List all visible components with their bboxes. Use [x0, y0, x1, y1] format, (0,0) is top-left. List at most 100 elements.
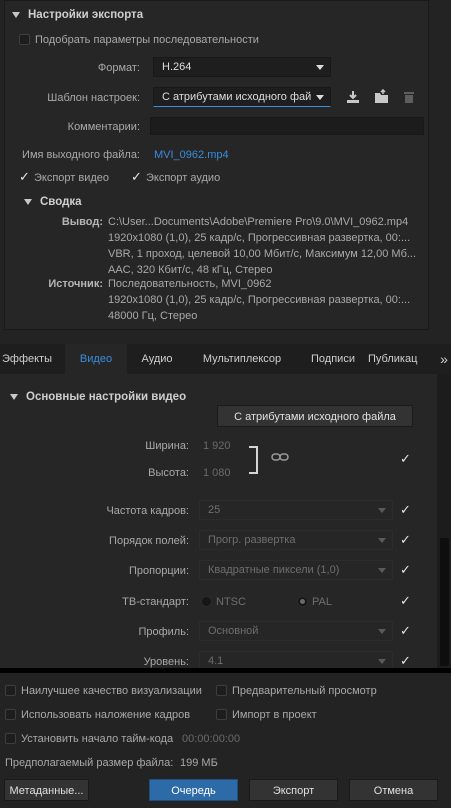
ntsc-label: NTSC	[216, 596, 246, 608]
delete-preset-icon[interactable]	[402, 89, 416, 105]
import-project-checkbox[interactable]	[216, 709, 227, 720]
panel-divider[interactable]	[0, 668, 451, 673]
output-name-label: Имя выходного файла:	[22, 149, 140, 161]
comments-label: Комментарии:	[67, 121, 140, 133]
preset-label: Шаблон настроек:	[47, 92, 140, 104]
source-line: Последовательность, MVI_0962	[108, 278, 272, 290]
profile-value: Основной	[208, 625, 259, 637]
pal-label: PAL	[312, 596, 332, 608]
tab-video[interactable]: Видео	[65, 344, 127, 374]
estimated-file-size-label: Предполагаемый размер файла:	[5, 757, 174, 769]
set-timecode-label: Установить начало тайм-кода	[21, 733, 174, 745]
chevron-down-icon	[378, 629, 386, 634]
basic-video-title: Основные настройки видео	[26, 391, 187, 403]
save-preset-icon[interactable]	[345, 89, 361, 105]
tab-publish[interactable]: Публикац	[368, 344, 436, 374]
chevron-down-icon	[316, 65, 324, 70]
match-source-button[interactable]: С атрибутами исходного файла	[217, 405, 413, 427]
use-previews-label: Предварительный просмотр	[232, 685, 377, 697]
import-project-label: Импорт в проект	[232, 709, 317, 721]
profile-checkbox[interactable]: ✓	[400, 624, 411, 637]
summary-header[interactable]: Сводка	[24, 196, 82, 208]
level-checkbox[interactable]: ✓	[400, 654, 411, 667]
frame-blending-checkbox[interactable]	[5, 709, 16, 720]
queue-button[interactable]: Очередь	[149, 779, 238, 801]
basic-video-header[interactable]: Основные настройки видео	[10, 391, 186, 403]
timecode-value[interactable]: 00:00:00:00	[182, 733, 240, 745]
tab-multiplexer[interactable]: Мультиплексор	[190, 344, 294, 374]
preset-value: С атрибутами исходного фай	[162, 91, 312, 103]
collapse-triangle-icon[interactable]	[24, 198, 32, 205]
chain-link-icon[interactable]	[271, 450, 289, 464]
tabs-overflow-icon[interactable]: »	[437, 344, 451, 374]
export-settings-header[interactable]: Настройки экспорта	[12, 9, 143, 21]
match-sequence-checkbox[interactable]	[19, 34, 30, 45]
output-label: Вывод:	[61, 216, 103, 228]
frame-rate-label: Частота кадров:	[106, 505, 189, 517]
pal-radio-dot	[300, 599, 305, 604]
output-line: 1920x1080 (1,0), 25 кадр/с, Прогрессивна…	[108, 232, 411, 244]
field-order-value: Прогр. развертка	[208, 534, 296, 546]
comments-input[interactable]	[150, 117, 424, 135]
preset-dropdown[interactable]: С атрибутами исходного фай	[153, 87, 331, 107]
output-line: C:\User...Documents\Adobe\Premiere Pro\9…	[108, 216, 409, 228]
profile-dropdown[interactable]: Основной	[199, 621, 393, 641]
collapse-triangle-icon[interactable]	[10, 393, 18, 400]
frame-rate-dropdown[interactable]: 25	[199, 500, 393, 520]
aspect-label: Пропорции:	[129, 565, 189, 577]
use-previews-checkbox[interactable]	[216, 685, 227, 696]
height-label: Высота:	[148, 467, 189, 479]
import-preset-icon[interactable]	[373, 89, 391, 105]
chevron-down-icon	[378, 508, 386, 513]
max-render-quality-label: Наилучшее качество визуализации	[21, 685, 202, 697]
tv-standard-checkbox[interactable]: ✓	[400, 594, 411, 607]
export-audio-checkbox[interactable]: ✓	[131, 170, 142, 183]
source-line: 1920x1080 (1,0), 25 кадр/с, Прогрессивна…	[108, 294, 411, 306]
tab-audio[interactable]: Аудио	[130, 344, 184, 374]
tab-captions[interactable]: Подписи	[300, 344, 366, 374]
width-label: Ширина:	[145, 440, 189, 452]
format-value: H.264	[162, 61, 192, 73]
max-render-quality-checkbox[interactable]	[5, 685, 16, 696]
chevron-down-icon	[316, 95, 324, 100]
export-video-checkbox[interactable]: ✓	[19, 170, 30, 183]
source-line: 48000 Гц, Стерео	[108, 310, 198, 322]
aspect-dropdown[interactable]: Квадратные пиксели (1,0)	[199, 560, 393, 580]
export-button[interactable]: Экспорт	[249, 779, 338, 801]
scrollbar-thumb[interactable]	[440, 538, 449, 666]
format-label: Формат:	[97, 62, 140, 74]
level-value: 4.1	[208, 655, 224, 667]
summary-title: Сводка	[40, 196, 82, 208]
aspect-value: Квадратные пиксели (1,0)	[208, 564, 340, 576]
output-name-link[interactable]: MVI_0962.mp4	[154, 149, 229, 161]
frame-blending-label: Использовать наложение кадров	[21, 709, 191, 721]
estimated-file-size-value: 199 МБ	[180, 757, 218, 769]
dimension-bracket	[249, 446, 258, 474]
set-timecode-checkbox[interactable]	[5, 733, 16, 744]
ntsc-radio[interactable]	[201, 596, 212, 607]
format-dropdown[interactable]: H.264	[153, 57, 331, 77]
profile-label: Профиль:	[138, 626, 189, 638]
source-label: Источник:	[48, 278, 103, 290]
field-order-label: Порядок полей:	[109, 535, 189, 547]
match-sequence-label: Подобрать параметры последовательности	[35, 34, 259, 46]
chevron-down-icon	[378, 538, 386, 543]
chevron-down-icon	[378, 659, 386, 664]
frame-rate-checkbox[interactable]: ✓	[400, 503, 411, 516]
cancel-button[interactable]: Отмена	[349, 779, 438, 801]
export-video-label: Экспорт видео	[34, 172, 110, 184]
collapse-triangle-icon[interactable]	[12, 11, 20, 18]
chevron-down-icon	[378, 568, 386, 573]
field-order-checkbox[interactable]: ✓	[400, 533, 411, 546]
height-value[interactable]: 1 080	[203, 467, 231, 479]
dimensions-override-checkbox[interactable]: ✓	[400, 452, 411, 465]
tv-standard-label: ТВ-стандарт:	[122, 596, 189, 608]
width-value[interactable]: 1 920	[203, 440, 231, 452]
tab-bar: Эффекты Видео Аудио Мультиплексор Подпис…	[0, 344, 451, 374]
output-line: VBR, 1 проход, целевой 10,00 Мбит/с, Мак…	[108, 248, 417, 260]
tab-effects[interactable]: Эффекты	[0, 344, 54, 374]
field-order-dropdown[interactable]: Прогр. развертка	[199, 530, 393, 550]
export-audio-label: Экспорт аудио	[146, 172, 221, 184]
aspect-checkbox[interactable]: ✓	[400, 563, 411, 576]
metadata-button[interactable]: Метаданные...	[4, 779, 89, 801]
